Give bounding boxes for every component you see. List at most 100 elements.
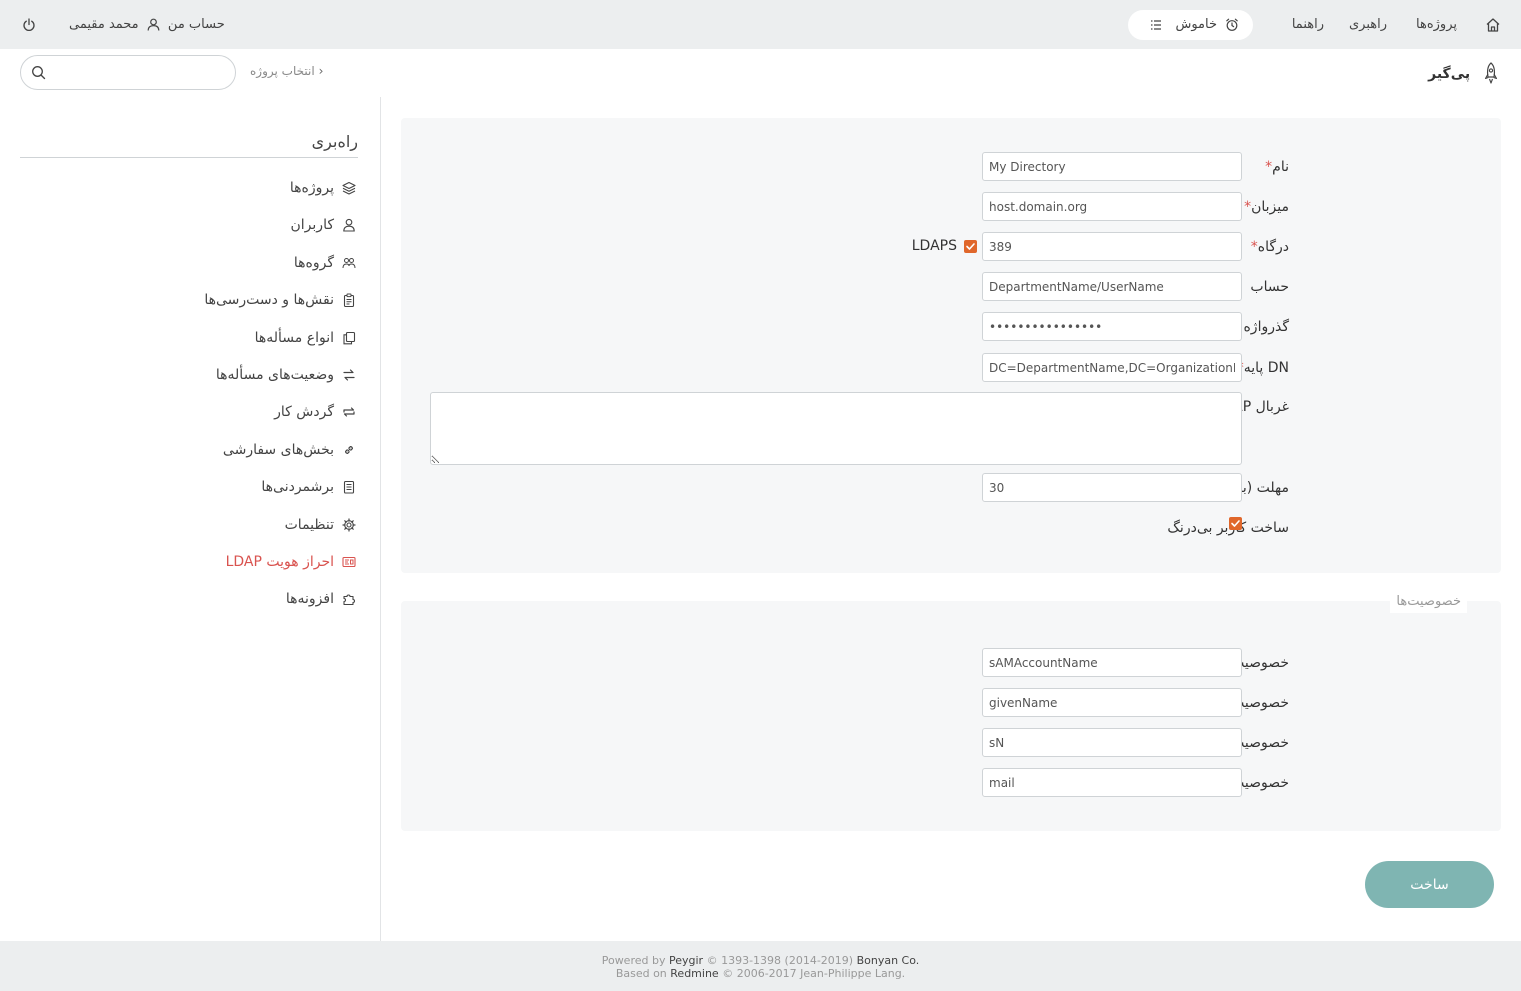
my-account-link[interactable]: حساب من bbox=[168, 17, 225, 32]
footer-powered-by: Powered by bbox=[601, 954, 666, 967]
list-icon bbox=[1150, 19, 1162, 35]
sidebar-item-trackers[interactable]: انواع مسأله‌ها bbox=[20, 320, 358, 357]
port-label-text: درگاه bbox=[1257, 239, 1289, 255]
user-icon bbox=[143, 17, 160, 32]
home-icon[interactable] bbox=[1485, 0, 1501, 49]
sidebar-item-label: گردش کار bbox=[274, 404, 334, 421]
alarm-clock-icon bbox=[1225, 18, 1239, 36]
account-input[interactable] bbox=[982, 272, 1242, 301]
port-input[interactable] bbox=[982, 232, 1242, 261]
login-attr-input[interactable] bbox=[982, 648, 1242, 677]
search-input[interactable] bbox=[61, 56, 223, 89]
footer-redmine-link[interactable]: Redmine bbox=[670, 967, 718, 980]
power-icon[interactable] bbox=[22, 0, 36, 49]
sidebar-item-label: نقش‌ها و دست‌رسی‌ها bbox=[204, 292, 334, 309]
ldaps-checkbox[interactable] bbox=[964, 240, 977, 253]
base-dn-input[interactable] bbox=[982, 353, 1242, 382]
search-box[interactable] bbox=[20, 55, 236, 90]
footer-copyright: © 1393-1398 (2014-2019) bbox=[706, 954, 854, 967]
admin-menu: پروژه‌ها کاربران گروه‌ها نقش‌ها و دست‌رس… bbox=[20, 170, 358, 619]
user-menu[interactable]: حساب من محمد مقیمی bbox=[69, 0, 225, 49]
search-icon bbox=[31, 65, 46, 84]
host-label: میزبان* bbox=[1238, 192, 1289, 222]
sidebar-item-groups[interactable]: گروه‌ها bbox=[20, 245, 358, 282]
sidebar-item-users[interactable]: کاربران bbox=[20, 207, 358, 244]
list-icon bbox=[343, 481, 355, 494]
sidebar-item-label: پروژه‌ها bbox=[289, 180, 334, 196]
sidebar-item-custom-fields[interactable]: بخش‌های سفارشی bbox=[20, 432, 358, 469]
puzzle-icon bbox=[343, 594, 355, 606]
lastname-attr-input[interactable] bbox=[982, 728, 1242, 757]
base-dn-label-text: DN پایه bbox=[1243, 360, 1289, 376]
user-name: محمد مقیمی bbox=[69, 17, 139, 32]
account-label: حساب bbox=[1250, 279, 1289, 295]
attributes-legend: خصوصیت‌ها bbox=[1390, 591, 1467, 613]
sidebar-item-label: کاربران bbox=[290, 217, 334, 234]
sidebar-item-label: برشمردنی‌ها bbox=[261, 479, 334, 496]
footer-peygir-link[interactable]: Peygir bbox=[669, 954, 703, 967]
row-host: میزبان* bbox=[401, 192, 1501, 222]
name-input[interactable] bbox=[982, 152, 1242, 181]
row-onthefly: ساخت کاربر بی‌درنگ bbox=[401, 513, 1501, 543]
footer-line-1: Powered by Peygir © 1393-1398 (2014-2019… bbox=[0, 954, 1521, 967]
row-timeout: مهلت (به ثانیه) bbox=[401, 473, 1501, 503]
sidebar-divider bbox=[380, 97, 381, 941]
clipboard-icon bbox=[343, 293, 355, 308]
footer-line-2: Based on Redmine © 2006-2017 Jean-Philip… bbox=[0, 967, 1521, 980]
password-input[interactable] bbox=[982, 312, 1242, 341]
brand[interactable]: پی‌گیر bbox=[1428, 60, 1499, 88]
onthefly-checkbox[interactable] bbox=[1229, 517, 1242, 530]
sidebar-item-plugins[interactable]: افزونه‌ها bbox=[20, 581, 358, 618]
top-bar: پروژه‌ها راهبری راهنما خاموش حساب من محم… bbox=[0, 0, 1521, 49]
sidebar-item-issue-statuses[interactable]: وضعیت‌های مسأله‌ها bbox=[20, 357, 358, 394]
alarm-toggle[interactable]: خاموش bbox=[1128, 10, 1253, 40]
row-name: نام* bbox=[401, 152, 1501, 182]
row-mail-attr: خصوصیت رایانامه bbox=[401, 768, 1501, 798]
sidebar-item-workflow[interactable]: گردش کار bbox=[20, 394, 358, 431]
host-input[interactable] bbox=[982, 192, 1242, 221]
row-filter: غربال LDAP bbox=[401, 392, 1501, 466]
link-icon bbox=[345, 445, 353, 454]
repeat-icon bbox=[343, 407, 355, 417]
sidebar-item-label: احراز هویت LDAP bbox=[225, 553, 334, 570]
ldap-form-panel: نام* میزبان* درگاه* LDAPS حساب گذرواژه D… bbox=[401, 118, 1501, 573]
sidebar-item-projects[interactable]: پروژه‌ها bbox=[20, 170, 358, 207]
sidebar-item-label: بخش‌های سفارشی bbox=[222, 441, 334, 458]
filter-textarea[interactable] bbox=[430, 392, 1242, 465]
rocket-icon bbox=[1470, 62, 1499, 84]
id-card-icon bbox=[342, 556, 356, 567]
name-label: نام* bbox=[1259, 152, 1289, 182]
topnav-projects[interactable]: پروژه‌ها bbox=[1416, 0, 1457, 49]
row-password: گذرواژه bbox=[401, 312, 1501, 342]
create-button[interactable]: ساخت bbox=[1365, 861, 1494, 908]
row-lastname-attr: خصوصیت نام خانوادگی bbox=[401, 728, 1501, 758]
gear-icon bbox=[342, 517, 356, 532]
project-select-label: انتخاب پروژه bbox=[250, 64, 315, 78]
attributes-panel: خصوصیت‌ها خصوصیت ورود* خصوصیت نام کوچک خ… bbox=[401, 591, 1501, 831]
footer-based-on: Based on bbox=[615, 967, 667, 980]
sidebar-item-label: تنظیمات bbox=[284, 516, 334, 533]
topnav-help[interactable]: راهنما bbox=[1292, 0, 1324, 49]
sidebar-item-label: گروه‌ها bbox=[293, 254, 334, 271]
sidebar-item-enumerations[interactable]: برشمردنی‌ها bbox=[20, 469, 358, 506]
brand-name: پی‌گیر bbox=[1428, 66, 1471, 82]
sidebar-item-roles[interactable]: نقش‌ها و دست‌رسی‌ها bbox=[20, 282, 358, 319]
sidebar-item-ldap-auth[interactable]: احراز هویت LDAP bbox=[20, 544, 358, 581]
project-select[interactable]: ‹انتخاب پروژه bbox=[250, 64, 323, 78]
sidebar-item-label: افزونه‌ها bbox=[285, 591, 334, 608]
sidebar-item-settings[interactable]: تنظیمات bbox=[20, 507, 358, 544]
footer-company-link[interactable]: Bonyan Co. bbox=[857, 954, 920, 967]
sidebar-item-label: وضعیت‌های مسأله‌ها bbox=[215, 366, 334, 383]
ldaps-label: LDAPS bbox=[911, 238, 957, 254]
topnav-admin[interactable]: راهبری bbox=[1349, 0, 1387, 49]
row-account: حساب bbox=[401, 272, 1501, 302]
timeout-input[interactable] bbox=[982, 473, 1242, 502]
swap-icon bbox=[343, 369, 355, 381]
port-label: درگاه* bbox=[1245, 232, 1289, 262]
user-icon bbox=[343, 219, 355, 232]
sidebar: راه‌بری پروژه‌ها کاربران گروه‌ها نقش‌ها … bbox=[20, 130, 358, 619]
mail-attr-input[interactable] bbox=[982, 768, 1242, 797]
layers-icon bbox=[342, 181, 356, 195]
footer: Powered by Peygir © 1393-1398 (2014-2019… bbox=[0, 941, 1521, 991]
firstname-attr-input[interactable] bbox=[982, 688, 1242, 717]
